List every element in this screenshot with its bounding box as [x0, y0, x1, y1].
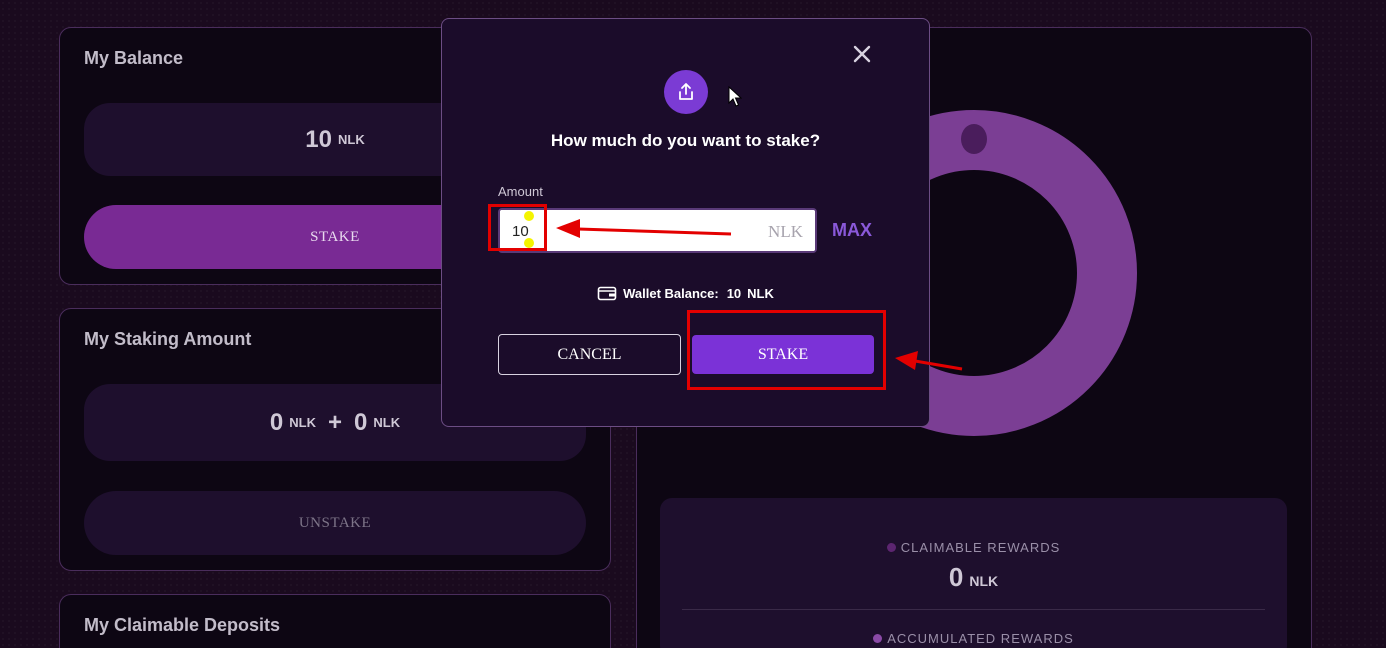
annotation-marker-top	[524, 211, 534, 221]
annotation-arrows	[524, 211, 963, 371]
annotation-arrow-stake	[914, 359, 963, 371]
annotation-arrow-amount	[577, 227, 732, 236]
annotation-arrowhead-amount	[556, 219, 580, 238]
annotation-marker-bottom	[524, 238, 534, 248]
annotation-arrowhead-stake	[895, 351, 918, 370]
